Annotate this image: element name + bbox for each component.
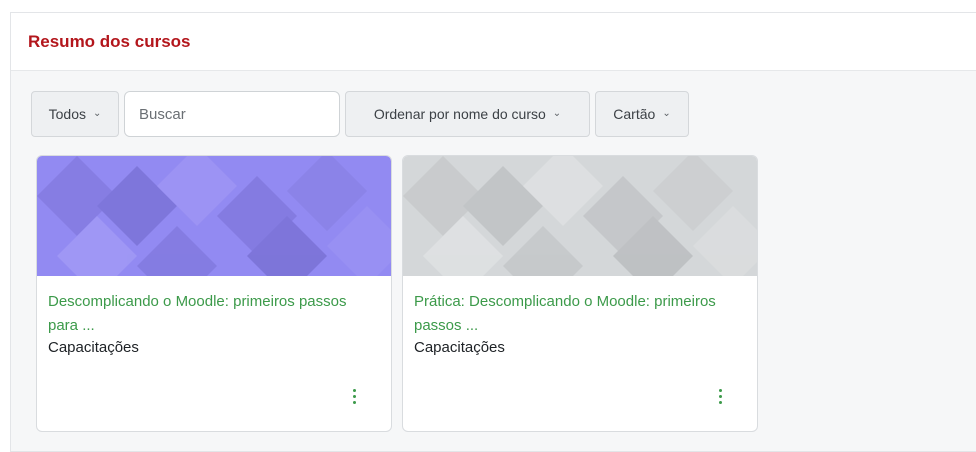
chevron-down-icon: ⌄ [552,107,562,119]
view-dropdown[interactable]: Cartão ⌄ [595,91,689,137]
kebab-dot [352,400,356,404]
course-image[interactable] [403,156,757,276]
search-input[interactable] [124,91,340,137]
course-cards: Descomplicando o Moodle: primeiros passo… [36,155,768,432]
chevron-down-icon: ⌄ [92,107,102,119]
kebab-dot [352,394,356,398]
course-card: Descomplicando o Moodle: primeiros passo… [36,155,392,432]
sort-dropdown[interactable]: Ordenar por nome do curso ⌄ [345,91,590,137]
view-label: Cartão [613,106,656,122]
course-category: Capacitações [48,339,139,356]
course-image[interactable] [37,156,391,276]
kebab-dot [352,388,356,392]
block-title: Resumo dos cursos [28,31,191,51]
grouping-filter-label: Todos [48,106,86,122]
course-actions-menu[interactable] [712,386,728,406]
course-card: Prática: Descomplicando o Moodle: primei… [402,155,758,432]
kebab-dot [718,400,722,404]
grouping-filter-dropdown[interactable]: Todos ⌄ [31,91,119,137]
kebab-dot [718,388,722,392]
sort-label: Ordenar por nome do curso [373,106,546,122]
course-category: Capacitações [414,339,505,356]
course-info: Prática: Descomplicando o Moodle: primei… [403,276,757,358]
kebab-dot [718,394,722,398]
course-overview-block: Resumo dos cursos Todos ⌄ Ordenar por no… [10,12,976,452]
course-pattern-image [403,156,757,276]
course-name-link[interactable]: Descomplicando o Moodle: primeiros passo… [48,290,380,338]
course-actions-menu[interactable] [346,386,362,406]
block-header: Resumo dos cursos [11,13,976,71]
course-info: Descomplicando o Moodle: primeiros passo… [37,276,391,358]
course-toolbar: Todos ⌄ Ordenar por nome do curso ⌄ Cart… [31,91,694,137]
block-content: Todos ⌄ Ordenar por nome do curso ⌄ Cart… [11,71,976,451]
course-name-link[interactable]: Prática: Descomplicando o Moodle: primei… [414,290,746,338]
chevron-down-icon: ⌄ [662,107,671,119]
course-pattern-image [37,156,391,276]
